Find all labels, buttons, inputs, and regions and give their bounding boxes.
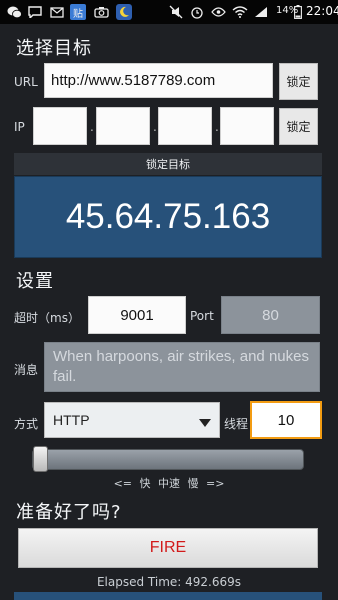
message-icon [27, 4, 43, 20]
method-value: HTTP [53, 412, 90, 428]
mute-icon [168, 4, 184, 20]
port-label: Port [190, 309, 214, 323]
locked-target-ip: 45.64.75.163 [14, 176, 322, 258]
speed-scale-label: <= 快 中速 慢 => [113, 477, 225, 490]
clock: 22:04 [306, 4, 338, 18]
threads-input[interactable]: 10 [250, 401, 322, 439]
timeout-input[interactable] [88, 296, 186, 334]
wechat-icon [6, 4, 22, 20]
signal-icon [253, 4, 269, 20]
eye-icon [210, 4, 226, 20]
ip-dot: . [153, 120, 157, 134]
method-select[interactable]: HTTP [44, 402, 220, 438]
ready-heading: 准备好了吗? [16, 502, 122, 523]
moon-icon [116, 4, 132, 20]
speed-slider-thumb[interactable] [33, 446, 48, 472]
fire-button[interactable]: FIRE [18, 528, 318, 568]
bottom-status-strip [14, 592, 322, 600]
ip-dot: . [215, 120, 219, 134]
tie-app-label: 贴 [73, 8, 83, 20]
mail-icon [49, 4, 65, 20]
ip-octet-4-input[interactable] [220, 107, 274, 145]
select-target-heading: 选择目标 [16, 38, 92, 59]
dropdown-arrow-icon [199, 414, 211, 430]
speed-slider-track[interactable] [32, 449, 304, 470]
locked-target-banner: 锁定目标 [14, 153, 322, 175]
url-lock-button[interactable]: 锁定 [279, 63, 318, 100]
ip-octet-2-input[interactable] [96, 107, 150, 145]
ip-lock-button[interactable]: 锁定 [279, 108, 318, 145]
message-label: 消息 [14, 363, 39, 377]
method-label: 方式 [14, 417, 39, 431]
url-label: URL [14, 75, 38, 89]
threads-label: 线程 [224, 417, 249, 431]
camera-icon [93, 4, 109, 20]
elapsed-time: Elapsed Time: 492.669s [96, 575, 242, 589]
ip-dot: . [90, 120, 94, 134]
ip-octet-1-input[interactable] [33, 107, 87, 145]
url-input[interactable] [44, 63, 273, 98]
wifi-icon [232, 4, 248, 20]
alarm-icon [189, 4, 205, 20]
tie-app-icon: 贴 [70, 4, 86, 20]
ip-label: IP [14, 120, 25, 134]
message-input[interactable]: When harpoons, air strikes, and nukes fa… [44, 342, 320, 392]
ip-octet-3-input[interactable] [158, 107, 212, 145]
timeout-label: 超时（ms） [14, 311, 80, 325]
settings-heading: 设置 [16, 271, 54, 292]
port-input[interactable] [221, 296, 320, 334]
battery-icon [293, 4, 303, 20]
